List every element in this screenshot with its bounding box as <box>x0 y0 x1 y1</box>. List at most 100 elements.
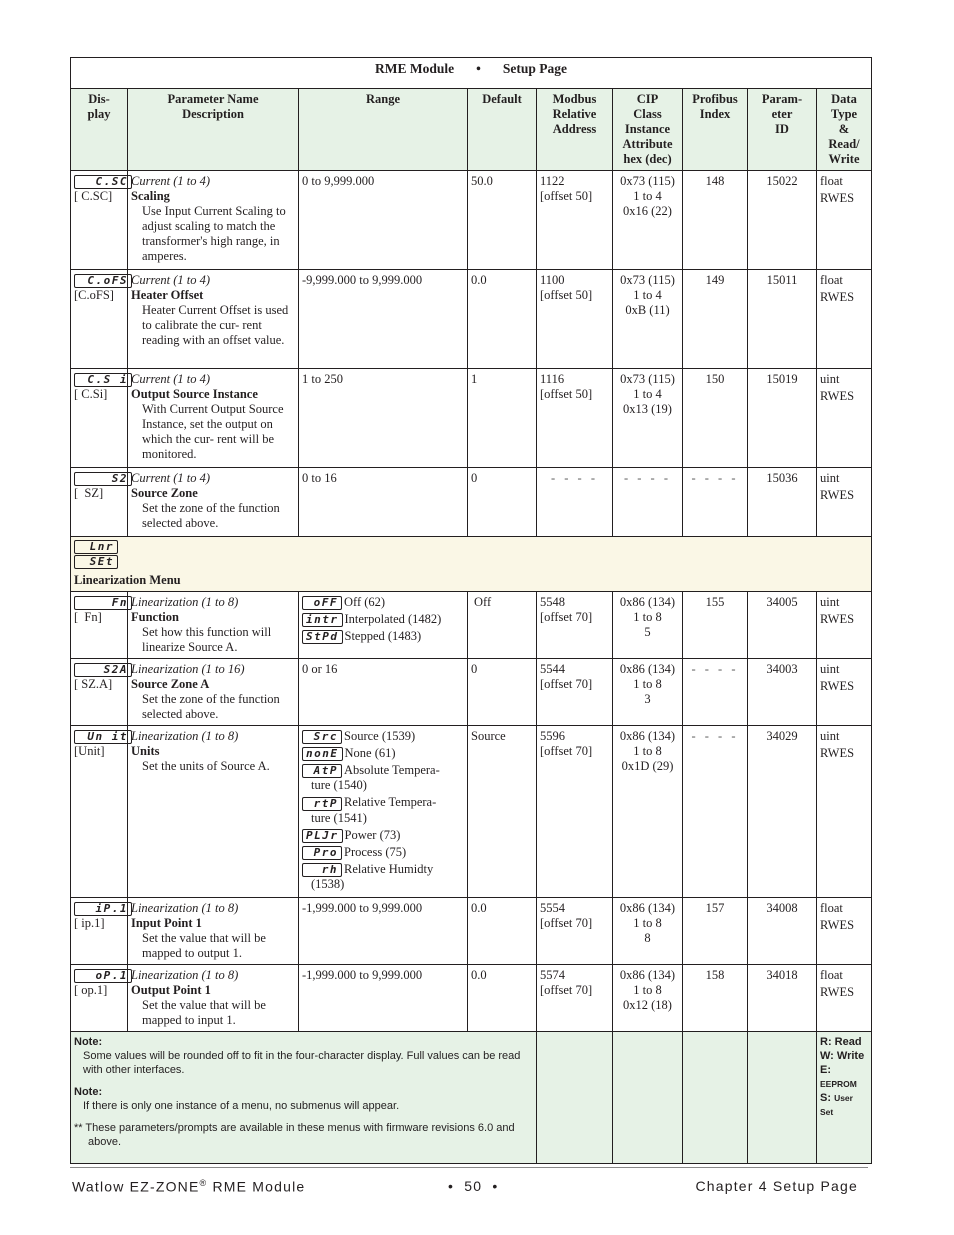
cip-instance: 1 to 8 <box>633 744 662 758</box>
modbus-offset: [offset 70] <box>540 610 593 624</box>
parameter-cell: Linearization (1 to 16) Source Zone A Set … <box>127 658 299 726</box>
legend-read: R: Read <box>820 1035 862 1048</box>
range-cell: Src Source (1539) nonE None (61) AtP Absolu… <box>298 725 468 898</box>
paramid-cell: 15011 <box>747 269 817 369</box>
profibus-cell: 148 <box>682 170 748 270</box>
cip-class: 0x86 (134) <box>619 900 676 915</box>
data-type: uint <box>820 471 840 485</box>
parameter-category: Current (1 to 4) <box>131 372 211 386</box>
modbus-cell: 1122 [offset 50] <box>536 170 613 270</box>
range-option: AtP Absolute Tempera-ture (1540) <box>302 763 464 793</box>
cip-class: 0x73 (115) <box>620 273 675 287</box>
option-label: Absolute Tempera- <box>344 763 440 778</box>
range-cell: 1 to 250 <box>298 368 468 468</box>
range-option: intr Interpolated (1482) <box>302 612 464 628</box>
cip-class: 0x86 (134) <box>619 662 676 676</box>
display-cell: Un it [Unit] <box>70 725 132 898</box>
datatype-cell: float RWES <box>816 963 872 1032</box>
lcd-option-icon: rh <box>302 862 342 877</box>
notes-cell: Note: Some values will be rounded off to… <box>70 1030 537 1164</box>
lcd-option-icon: AtP <box>302 764 342 779</box>
option-label: Stepped (1483) <box>344 629 422 644</box>
cip-cell: 0x86 (134) 1 to 83 <box>612 658 683 726</box>
option-label: Source (1539) <box>344 729 416 743</box>
range-cell: -9,999.000 to 9,999.000 <box>298 269 468 369</box>
cip-attribute: 0x13 (19) <box>623 402 672 416</box>
range-option: Pro Process (75) <box>302 845 464 860</box>
cip-attribute: 8 <box>644 930 651 945</box>
option-label: None (61) <box>344 746 396 761</box>
option-label: Relative Tempera- <box>344 795 437 810</box>
parameter-description: Set the zone of the function selected ab… <box>142 692 280 721</box>
display-code: [Unit] <box>74 744 105 759</box>
cip-instance: 1 to 8 <box>633 915 662 930</box>
footer-brand: Watlow EZ-ZONE <box>72 1178 200 1195</box>
parameter-cell: Current (1 to 4) Source Zone Set the zone … <box>127 467 299 537</box>
lcd-setup-icon: SEt <box>74 555 118 569</box>
cip-cell: 0x86 (134) 1 to 85 <box>612 591 683 659</box>
paramid-cell: 34005 <box>747 591 817 659</box>
table-row: C.SC[ C.SC] Current (1 to 4) Scaling Use I… <box>70 170 872 270</box>
parameter-category: Linearization (1 to 8) <box>131 967 239 982</box>
legend-eeprom-key: E: <box>820 1063 831 1076</box>
profibus-index: - - - - <box>691 729 739 743</box>
option-label: Off (62) <box>344 595 386 609</box>
lcd-option-icon: Pro <box>302 845 342 860</box>
default-cell: 0.0 <box>467 963 537 1032</box>
modbus-address: 5596 <box>540 729 565 743</box>
display-code: [ C.Si] <box>74 387 108 402</box>
parameter-category: Linearization (1 to 8) <box>131 729 239 743</box>
parameter-description: Heater Current Offset is used to calibra… <box>142 303 289 347</box>
read-write: RWES <box>820 984 855 999</box>
datatype-cell: uint RWES <box>816 725 872 898</box>
range-option: nonE None (61) <box>302 746 464 762</box>
cip-class: 0x73 (115) <box>620 372 675 386</box>
cip-attribute: 0xB (11) <box>625 303 670 317</box>
paramid-cell: 34018 <box>747 963 817 1032</box>
parameter-category: Linearization (1 to 16) <box>131 662 245 676</box>
range-cell: 0 or 16 <box>298 658 468 726</box>
option-label: Relative Humidty <box>344 861 434 876</box>
parameter-description: With Current Output Source Instance, set… <box>142 402 284 461</box>
default-cell: 0 <box>467 658 537 726</box>
option-label: Power (73) <box>344 827 401 842</box>
profibus-index: - - - - <box>691 662 739 676</box>
parameter-description: Set the value that will be mapped to inp… <box>142 997 266 1027</box>
profibus-cell: - - - - <box>682 467 748 537</box>
parameter-description: Set how this function will linearize Sou… <box>142 625 272 654</box>
profibus-cell: - - - - <box>682 658 748 726</box>
menu-header-row: Lnr SEt Linearization Menu <box>70 536 872 592</box>
cip-class: 0x73 (115) <box>620 174 675 188</box>
lcd-option-icon: Src <box>302 730 342 745</box>
default-cell: Source <box>467 725 537 898</box>
cip-attribute: 5 <box>644 625 651 639</box>
lcd-option-icon: PLJr <box>302 828 343 843</box>
cip-cell: 0x73 (115) 1 to 4 0x13 (19) <box>612 368 683 468</box>
lcd-display-icon: oP.1 <box>74 969 132 983</box>
title-module: RME Module <box>375 61 455 76</box>
col-header-profibus: Profibus Index <box>682 88 748 171</box>
modbus-address: - - - - <box>550 471 599 485</box>
firmware-footnote: ** These parameters/prompts are availabl… <box>74 1121 515 1148</box>
menu-title: Linearization Menu <box>74 573 181 587</box>
modbus-offset: [offset 70] <box>540 915 593 930</box>
lcd-display-icon: C.oFS <box>74 274 132 289</box>
col-header-parameter: Parameter Name Description <box>127 88 299 171</box>
display-cell: S2A[ SZ.A] <box>70 658 132 726</box>
default-cell: Off <box>467 591 537 659</box>
parameter-name: Source Zone <box>131 486 198 500</box>
modbus-offset: [offset 70] <box>540 744 593 758</box>
default-cell: 1 <box>467 368 537 468</box>
lcd-display-icon: S2A <box>74 663 132 678</box>
display-code: [ ip.1] <box>74 916 105 930</box>
cip-attribute: 0x16 (22) <box>623 204 672 218</box>
read-write: RWES <box>820 917 855 932</box>
paramid-cell: 34029 <box>747 725 817 898</box>
parameter-name: Output Source Instance <box>131 387 258 401</box>
profibus-cell: 158 <box>682 963 748 1032</box>
data-type: uint <box>820 729 840 743</box>
parameter-name: Units <box>131 744 160 758</box>
profibus-cell: 150 <box>682 368 748 468</box>
data-type: float <box>820 174 843 188</box>
parameter-category: Linearization (1 to 8) <box>131 900 239 915</box>
